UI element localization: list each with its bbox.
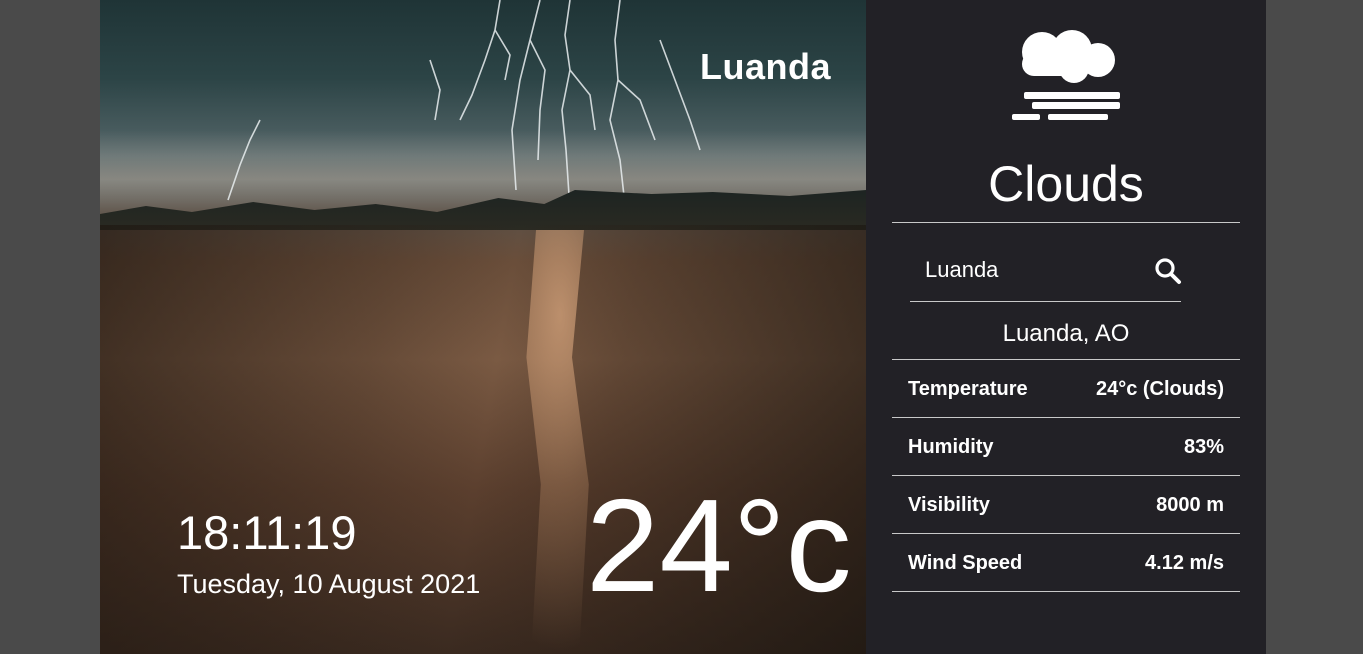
detail-value: 4.12 m/s: [1145, 552, 1224, 574]
divider: [892, 591, 1240, 592]
weather-app: Luanda 18:11:19 Tuesday, 10 August 2021 …: [100, 0, 1266, 654]
cloud-fog-icon: [1012, 30, 1120, 120]
divider: [892, 222, 1240, 223]
city-title: Luanda: [699, 46, 831, 87]
location-label: Luanda, AO: [1002, 320, 1130, 347]
search-input[interactable]: [925, 256, 1135, 284]
detail-label: Temperature: [908, 378, 1028, 400]
current-date: Tuesday, 10 August 2021: [177, 569, 481, 599]
search-icon[interactable]: [1153, 256, 1183, 286]
detail-label: Humidity: [908, 436, 994, 458]
search-bar: [910, 246, 1181, 302]
detail-value: 83%: [1183, 436, 1224, 458]
detail-value: 8000 m: [1156, 494, 1224, 516]
current-time: 18:11:19: [177, 506, 357, 559]
detail-label: Wind Speed: [908, 552, 1023, 574]
detail-row-wind-speed: Wind Speed 4.12 m/s: [908, 534, 1224, 590]
detail-value: 24°c (Clouds): [1095, 378, 1224, 400]
weather-condition: Clouds: [988, 156, 1144, 212]
detail-label: Visibility: [908, 494, 990, 516]
detail-row-temperature: Temperature 24°c (Clouds): [908, 360, 1224, 416]
detail-row-visibility: Visibility 8000 m: [908, 476, 1224, 532]
big-temperature: 24°c: [586, 472, 852, 619]
detail-row-humidity: Humidity 83%: [908, 418, 1224, 474]
weather-panel: Clouds Luanda, AO Temperature 24°c (Clou…: [866, 0, 1266, 654]
hero-background-image: Luanda 18:11:19 Tuesday, 10 August 2021 …: [100, 0, 866, 654]
